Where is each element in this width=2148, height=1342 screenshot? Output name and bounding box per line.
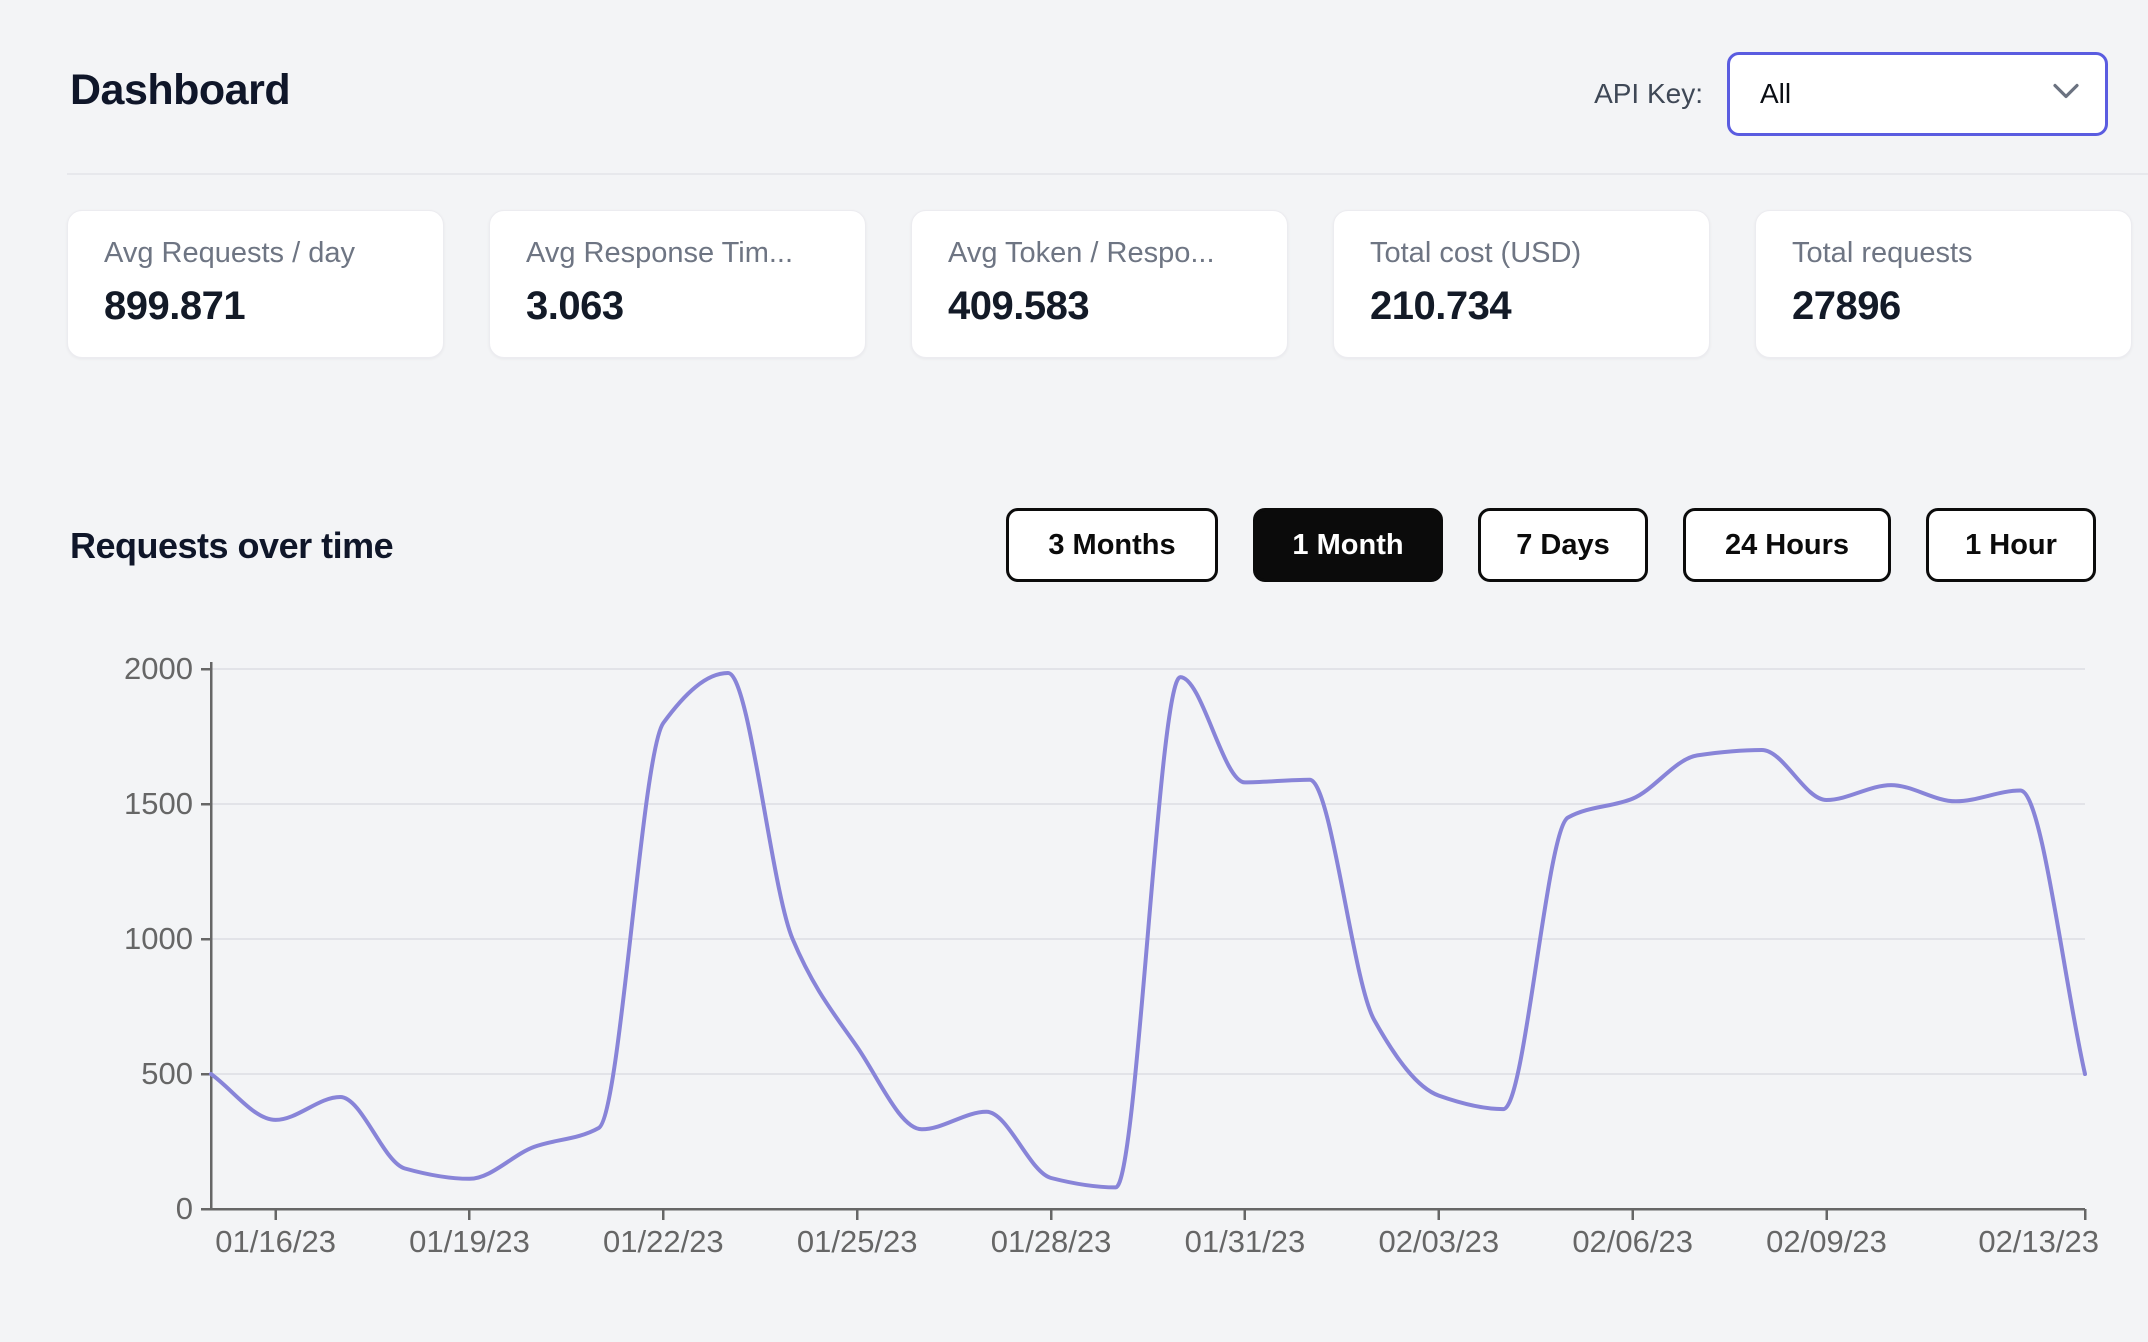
y-tick-label: 1500 (124, 786, 193, 821)
y-tick-label: 0 (176, 1191, 193, 1226)
x-tick-label: 01/31/23 (1185, 1224, 1306, 1259)
x-tick-label: 01/28/23 (991, 1224, 1112, 1259)
series-line-requests (209, 671, 2087, 1190)
x-tick-label: 01/19/23 (409, 1224, 530, 1259)
x-tick-label: 01/16/23 (215, 1224, 336, 1259)
x-axis-ticks: 01/16/23 01/19/23 01/22/23 01/25/23 01/28/23… (215, 1209, 2099, 1259)
dashboard-page: Dashboard API Key: All Avg Requests / da… (0, 0, 2148, 1342)
y-axis-ticks: 0 500 1000 1500 2000 (124, 651, 211, 1226)
y-tick-label: 500 (141, 1056, 193, 1091)
x-tick-label: 01/22/23 (603, 1224, 724, 1259)
gridlines (211, 668, 2085, 1075)
x-tick-label: 01/25/23 (797, 1224, 918, 1259)
x-tick-label: 02/09/23 (1766, 1224, 1887, 1259)
x-tick-label: 02/06/23 (1572, 1224, 1693, 1259)
x-tick-label: 02/13/23 (1978, 1224, 2099, 1259)
x-tick-label: 02/03/23 (1378, 1224, 1499, 1259)
y-tick-label: 2000 (124, 651, 193, 686)
y-tick-label: 1000 (124, 921, 193, 956)
requests-line-chart: 0 500 1000 1500 2000 01/16/23 01/19/23 01/22/23… (124, 651, 2099, 1259)
